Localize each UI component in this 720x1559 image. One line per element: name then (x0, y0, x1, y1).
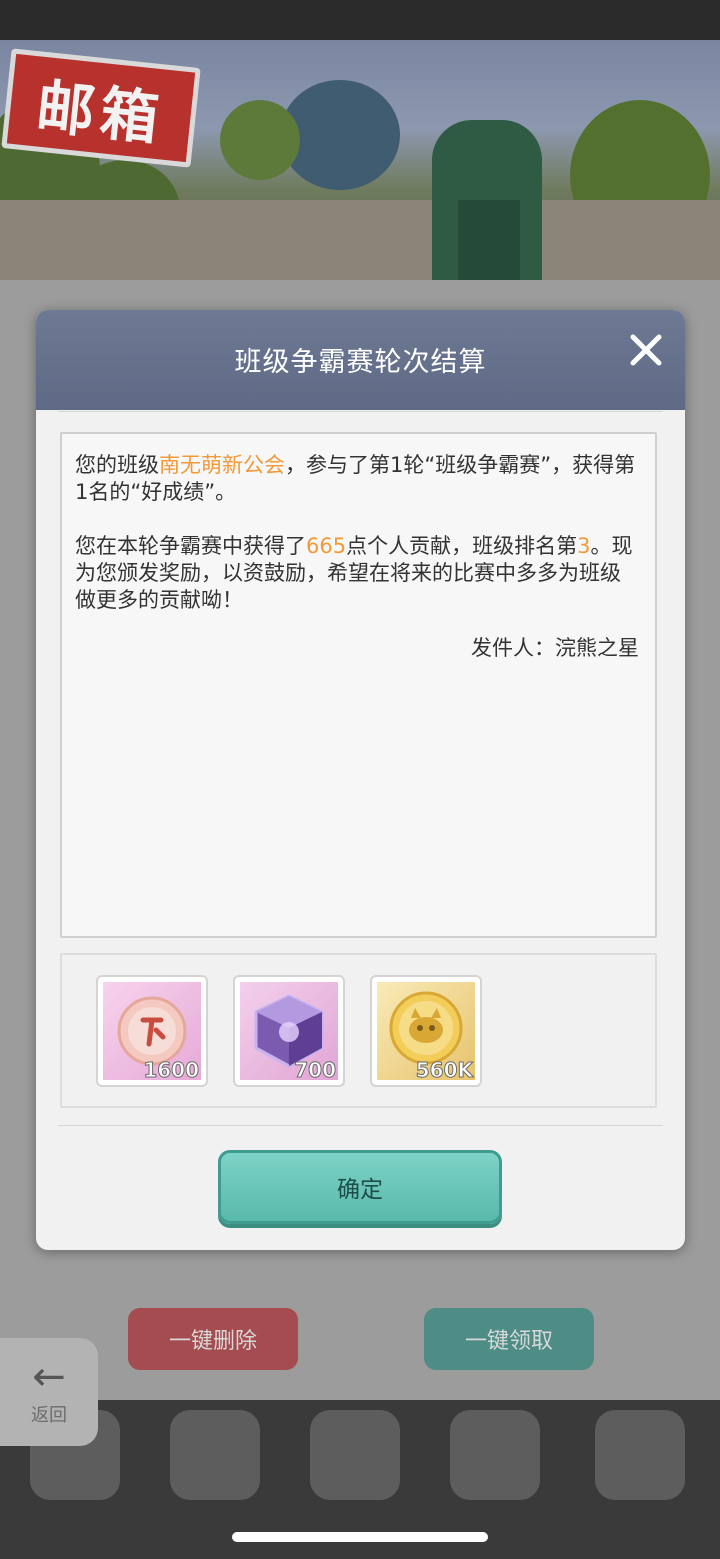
confirm-button[interactable]: 确定 (218, 1150, 502, 1224)
close-icon (630, 334, 662, 366)
message-text: 您的班级 (75, 453, 159, 477)
home-indicator[interactable] (232, 1532, 488, 1542)
reward-item[interactable]: 700 (233, 975, 345, 1087)
message-box: 您的班级南无萌新公会，参与了第1轮“班级争霸赛”，获得第1名的“好成绩”。 您在… (60, 432, 657, 938)
delete-all-button[interactable]: 一键删除 (128, 1308, 298, 1370)
nav-item-2[interactable] (170, 1410, 260, 1500)
message-paragraph-2: 您在本轮争霸赛中获得了665点个人贡献，班级排名第3。现为您颁发奖励，以资鼓励，… (75, 533, 641, 614)
back-button[interactable]: ← 返回 (0, 1338, 98, 1446)
back-label: 返回 (31, 1405, 67, 1426)
divider (58, 1125, 663, 1126)
reward-quantity: 700 (294, 1058, 337, 1081)
class-rank: 3 (577, 534, 591, 558)
sender-line: 发件人：浣熊之星 (471, 636, 639, 660)
nav-item-5[interactable] (595, 1410, 685, 1500)
contribution-points: 665 (306, 534, 347, 558)
nav-item-4[interactable] (450, 1410, 540, 1500)
divider (58, 411, 663, 412)
guild-name: 南无萌新公会 (159, 453, 285, 477)
nav-item-3[interactable] (310, 1410, 400, 1500)
claim-all-button[interactable]: 一键领取 (424, 1308, 594, 1370)
close-button[interactable] (622, 326, 670, 374)
reward-quantity: 560K (415, 1058, 473, 1081)
rewards-panel: 1600 700 560K (60, 953, 657, 1108)
reward-item[interactable]: 560K (370, 975, 482, 1087)
message-text: 点个人贡献，班级排名第 (346, 534, 578, 558)
mailbox-sign-text: 邮箱 (33, 72, 168, 154)
reward-item[interactable]: 1600 (96, 975, 208, 1087)
message-text: 您在本轮争霸赛中获得了 (75, 534, 306, 558)
message-paragraph-1: 您的班级南无萌新公会，参与了第1轮“班级争霸赛”，获得第1名的“好成绩”。 (75, 452, 641, 506)
back-arrow-icon: ← (32, 1354, 66, 1400)
reward-quantity: 1600 (143, 1058, 200, 1081)
mail-detail-dialog: 班级争霸赛轮次结算 您的班级南无萌新公会，参与了第1轮“班级争霸赛”，获得第1名… (36, 310, 685, 1250)
dialog-title: 班级争霸赛轮次结算 (234, 347, 487, 378)
mailbox-sign: 邮箱 (1, 48, 201, 168)
